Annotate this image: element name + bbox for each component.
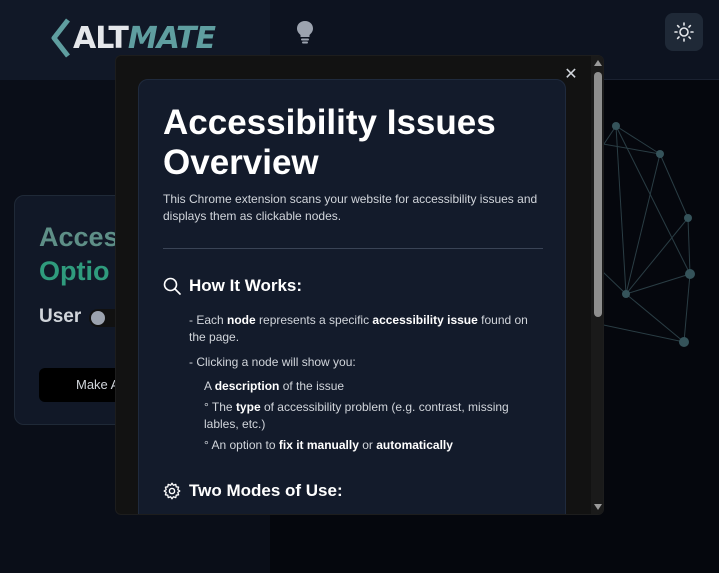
card-title-line2: Optio [39,256,110,286]
theme-toggle-button[interactable] [665,13,703,51]
item1-prefix: - Each [189,313,228,327]
altimate-logo[interactable]: ALT MATE [50,18,216,58]
modal-scrollbar[interactable] [591,56,603,514]
modal-description: This Chrome extension scans your website… [163,192,538,223]
scroll-thumb[interactable] [594,72,602,317]
modal-content-card: Accessibility Issues Overview This Chrom… [138,79,566,514]
sub2-prefix: ° The [204,400,236,414]
user-mode-label: User [39,306,82,327]
scroll-up-arrow-icon[interactable] [594,60,602,66]
sub3-bold-auto: automatically [376,438,453,452]
lightbulb-icon[interactable] [296,20,314,44]
two-modes-heading: Two Modes of Use: [163,481,343,501]
close-button[interactable]: ✕ [562,66,580,84]
logo-text-alt: ALT [73,20,129,56]
sub-item-fix: ° An option to fix it manually or automa… [204,437,534,454]
how-it-works-heading: How It Works: [163,276,302,296]
divider [163,248,543,249]
list-item-click: - Clicking a node will show you: [189,355,356,369]
card-title-line1: Acces [39,222,119,252]
sub-item-type: ° The type of accessibility problem (e.g… [204,399,534,433]
gear-icon [163,482,181,500]
sub-item-description: A description of the issue [204,378,534,395]
scroll-down-arrow-icon[interactable] [594,504,602,510]
close-icon: ✕ [564,66,578,83]
sub1-suffix: of the issue [279,379,345,393]
accessibility-overview-modal: ✕ Accessibility Issues Overview This Chr… [115,55,604,515]
sun-icon [674,22,694,42]
logo-text-mate: MATE [127,20,216,56]
sub1-bold: description [214,379,280,393]
logo-chevron-icon [51,18,70,58]
item1-bold-issue: accessibility issue [372,313,478,327]
sub3-middle: or [358,438,377,452]
sub1-prefix: A [204,379,215,393]
modal-title: Accessibility Issues Overview [163,103,496,182]
sub2-bold: type [235,400,261,414]
item1-bold-node: node [227,313,256,327]
how-it-works-title: How It Works: [189,276,303,295]
sub3-prefix: ° An option to [204,438,279,452]
search-icon [163,277,181,295]
item1-middle: represents a specific [255,313,373,327]
list-item-node: - Each node represents a specific access… [189,312,529,346]
two-modes-title: Two Modes of Use: [189,481,343,500]
sub3-bold-manual: fix it manually [278,438,359,452]
